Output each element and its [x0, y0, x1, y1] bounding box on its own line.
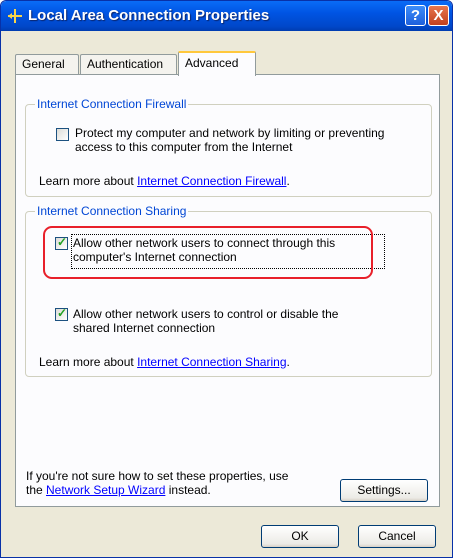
close-button[interactable]: X [428, 5, 449, 26]
sharing-learn-prefix: Learn more about [39, 355, 138, 369]
firewall-learn-more-text: Learn more about Internet Connection Fir… [39, 174, 290, 188]
protect-computer-checkbox[interactable] [56, 128, 69, 141]
window-title: Local Area Connection Properties [28, 7, 270, 24]
firewall-group: Internet Connection Firewall Protect my … [25, 97, 432, 197]
ok-button[interactable]: OK [261, 525, 339, 548]
properties-dialog: Local Area Connection Properties ? X Gen… [0, 0, 453, 558]
network-connection-icon [8, 9, 22, 23]
protect-computer-label-line2[interactable]: access to this computer from the Interne… [75, 140, 292, 154]
protect-computer-label-line1[interactable]: Protect my computer and network by limit… [75, 126, 384, 140]
setup-help-prefix: the [26, 483, 47, 497]
firewall-learn-suffix: . [286, 174, 290, 188]
firewall-group-label: Internet Connection Firewall [35, 97, 189, 111]
tab-general[interactable]: General [15, 54, 79, 74]
cancel-button[interactable]: Cancel [358, 525, 436, 548]
setup-help-line1: If you're not sure how to set these prop… [26, 469, 289, 483]
allow-control-label-line1[interactable]: Allow other network users to control or … [73, 307, 338, 321]
help-button[interactable]: ? [405, 5, 426, 26]
firewall-learn-prefix: Learn more about [39, 174, 138, 188]
annotation-highlight [43, 226, 373, 279]
title-bar[interactable]: Local Area Connection Properties ? X [1, 1, 452, 31]
sharing-learn-more-link[interactable]: Internet Connection Sharing [137, 355, 286, 369]
setup-help-line2: the Network Setup Wizard instead. [26, 483, 211, 497]
sharing-learn-suffix: . [286, 355, 290, 369]
firewall-learn-more-link[interactable]: Internet Connection Firewall [137, 174, 286, 188]
settings-button[interactable]: Settings... [340, 479, 428, 502]
setup-help-suffix: instead. [165, 483, 211, 497]
network-setup-wizard-link[interactable]: Network Setup Wizard [46, 483, 165, 497]
sharing-group-label: Internet Connection Sharing [35, 204, 189, 218]
tab-authentication[interactable]: Authentication [80, 54, 177, 74]
allow-control-label-line2[interactable]: shared Internet connection [73, 321, 215, 335]
sharing-learn-more-text: Learn more about Internet Connection Sha… [39, 355, 290, 369]
tab-advanced[interactable]: Advanced [178, 51, 256, 76]
allow-control-checkbox[interactable]: ✓ [55, 306, 68, 321]
checkmark-icon: ✓ [57, 306, 68, 320]
